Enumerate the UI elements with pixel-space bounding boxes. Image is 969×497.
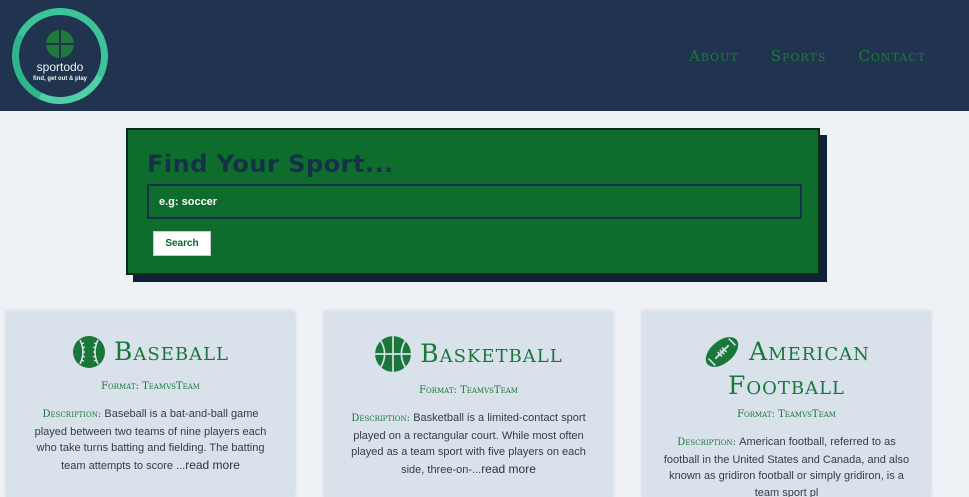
card-format: Format: TeamvsTeam — [642, 409, 931, 420]
card-title: Baseball — [114, 337, 229, 366]
sport-card-american-football: American Football Format: TeamvsTeam Des… — [642, 311, 931, 497]
card-title: Basketball — [420, 339, 563, 368]
card-header: Baseball — [6, 335, 295, 369]
format-value: TeamvsTeam — [460, 385, 518, 396]
format-value: TeamvsTeam — [778, 409, 836, 420]
basketball-icon — [375, 336, 412, 372]
card-format: Format: TeamvsTeam — [324, 385, 613, 396]
brand-logo[interactable]: sportodo find, get out & play — [0, 0, 121, 117]
main-nav: About Sports Contact — [689, 47, 926, 65]
brand-tagline: find, get out & play — [33, 76, 87, 82]
nav-link-contact[interactable]: Contact — [858, 47, 926, 65]
format-label: Format: — [419, 385, 461, 396]
card-description: Description: American football, referred… — [662, 434, 911, 497]
card-format: Format: TeamvsTeam — [6, 381, 295, 392]
description-label: Description: — [351, 413, 414, 424]
search-input[interactable] — [149, 186, 800, 217]
card-description: Description: Baseball is a bat-and-ball … — [26, 406, 275, 474]
search-field — [147, 184, 802, 219]
search-title: Find Your Sport... — [147, 150, 394, 178]
card-header: American Football — [642, 311, 931, 401]
card-header: Basketball — [324, 335, 613, 373]
sport-card-basketball: Basketball Format: TeamvsTeam Descriptio… — [324, 311, 613, 497]
brand-name: sportodo — [36, 60, 84, 74]
sport-card-baseball: Baseball Format: TeamvsTeam Description:… — [6, 311, 295, 497]
read-more-link[interactable]: read more — [481, 462, 536, 476]
format-label: Format: — [101, 381, 143, 392]
ball-icon — [46, 30, 74, 58]
logo-ring — [0, 0, 121, 117]
site-header: sportodo find, get out & play About Spor… — [0, 0, 969, 117]
description-label: Description: — [42, 409, 105, 420]
format-value: TeamvsTeam — [142, 381, 200, 392]
nav-link-sports[interactable]: Sports — [771, 47, 827, 65]
baseball-icon — [73, 336, 105, 368]
search-button[interactable]: Search — [153, 231, 211, 256]
card-title-line1: American — [749, 337, 870, 366]
card-description: Description: Basketball is a limited-con… — [344, 410, 593, 478]
card-title-row: American — [703, 333, 870, 371]
card-title-line2: Football — [728, 371, 845, 400]
nav-link-about[interactable]: About — [689, 47, 739, 65]
read-more-link[interactable]: read more — [185, 458, 240, 472]
american-football-icon — [705, 337, 739, 367]
search-panel: Find Your Sport... Search — [126, 128, 820, 275]
format-label: Format: — [737, 409, 779, 420]
description-label: Description: — [677, 437, 740, 448]
